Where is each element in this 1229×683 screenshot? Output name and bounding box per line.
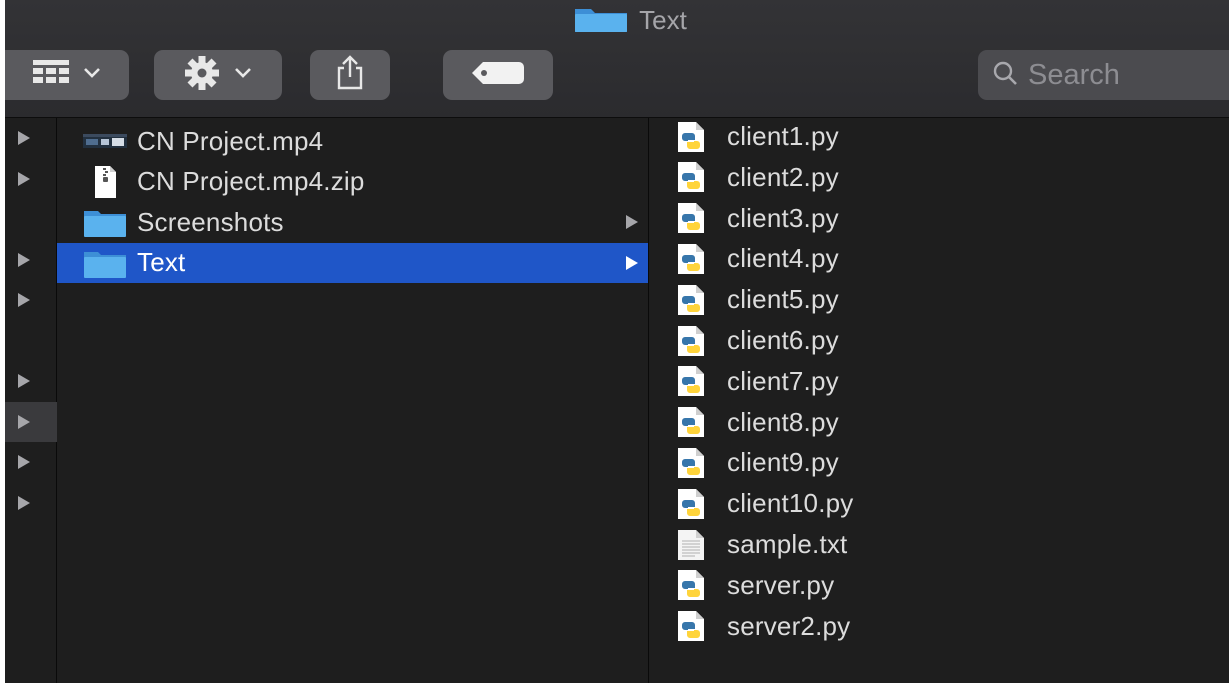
file-name: Screenshots: [137, 206, 284, 237]
file-name: client6.py: [727, 325, 839, 355]
folder-icon: [573, 6, 629, 34]
file-name: Text: [137, 247, 186, 277]
action-menu-button[interactable]: [154, 50, 282, 100]
window-title: Text: [5, 3, 1229, 37]
file-name: server.py: [727, 569, 835, 600]
disclosure-triangle-icon[interactable]: [18, 293, 30, 307]
ancestor-row[interactable]: [5, 159, 57, 199]
file-name: client4.py: [727, 243, 839, 274]
ancestor-row[interactable]: [5, 240, 57, 280]
gear-icon: [184, 55, 220, 96]
file-row[interactable]: client2.py: [649, 157, 1229, 198]
share-button[interactable]: [310, 50, 390, 100]
python-file-icon: [677, 202, 705, 234]
file-name: client1.py: [727, 121, 839, 151]
chevron-down-icon: [234, 66, 252, 84]
folder-icon: [83, 246, 127, 280]
finder-window: Text Search CN Project.mp4 CN Project.mp…: [5, 0, 1229, 683]
parent-column[interactable]: CN Project.mp4 CN Project.mp4.zip Screensh…: [57, 118, 649, 683]
file-row[interactable]: server2.py: [649, 606, 1229, 647]
chevron-right-icon: [626, 215, 638, 229]
file-name: client7.py: [727, 365, 839, 396]
folder-icon: [83, 205, 127, 239]
disclosure-triangle-icon[interactable]: [18, 131, 30, 145]
file-row[interactable]: client6.py: [649, 320, 1229, 361]
search-icon: [992, 60, 1018, 91]
file-name: server2.py: [727, 610, 851, 641]
file-row[interactable]: CN Project.mp4: [57, 121, 648, 161]
file-name: CN Project.mp4: [137, 125, 324, 156]
file-row[interactable]: client8.py: [649, 402, 1229, 443]
ancestor-row[interactable]: [5, 321, 57, 361]
file-row[interactable]: Screenshots: [57, 202, 648, 242]
contents-column[interactable]: client1.py client2.py client3.py client4.py…: [649, 118, 1229, 683]
file-row[interactable]: client4.py: [649, 238, 1229, 279]
window-title-text: Text: [639, 4, 687, 35]
ancestor-row[interactable]: [5, 442, 57, 482]
python-file-icon: [677, 569, 705, 601]
zip-file-icon: [83, 165, 127, 199]
file-name: CN Project.mp4.zip: [137, 166, 365, 196]
file-name: client5.py: [727, 284, 839, 315]
ancestor-row[interactable]: [5, 118, 57, 158]
file-name: client3.py: [727, 202, 839, 233]
file-name: client8.py: [727, 406, 839, 437]
file-row[interactable]: sample.txt: [649, 524, 1229, 565]
file-row[interactable]: client9.py: [649, 442, 1229, 483]
ancestor-row[interactable]: [5, 199, 57, 239]
tag-button[interactable]: [443, 50, 553, 100]
disclosure-triangle-icon[interactable]: [18, 495, 30, 510]
python-file-icon: [677, 488, 705, 520]
disclosure-triangle-icon[interactable]: [18, 414, 30, 429]
python-file-icon: [677, 325, 705, 357]
video-thumbnail-icon: [83, 124, 127, 158]
ancestor-row[interactable]: [5, 483, 57, 523]
search-input[interactable]: [1028, 58, 1218, 92]
file-row[interactable]: server.py: [649, 565, 1229, 606]
python-file-icon: [677, 365, 705, 397]
ancestor-row[interactable]: [5, 280, 57, 320]
disclosure-triangle-icon[interactable]: [18, 455, 30, 469]
tag-icon: [471, 61, 525, 90]
ancestor-row[interactable]: [5, 361, 57, 401]
python-file-icon: [677, 121, 705, 153]
python-file-icon: [677, 284, 705, 316]
file-row[interactable]: Text: [57, 242, 648, 283]
titlebar: Text: [5, 0, 1229, 118]
text-file-icon: [677, 529, 705, 561]
grid-view-icon: [33, 59, 69, 91]
ancestor-row[interactable]: [5, 401, 57, 442]
search-field[interactable]: [978, 50, 1229, 100]
file-row[interactable]: client3.py: [649, 198, 1229, 239]
share-icon: [336, 54, 364, 96]
view-mode-button[interactable]: [5, 50, 129, 100]
python-file-icon: [677, 161, 705, 193]
ancestor-column[interactable]: [5, 118, 57, 683]
file-name: client2.py: [727, 161, 839, 192]
disclosure-triangle-icon[interactable]: [18, 252, 30, 267]
file-row[interactable]: client7.py: [649, 361, 1229, 402]
chevron-down-icon: [83, 66, 101, 84]
disclosure-triangle-icon[interactable]: [18, 374, 30, 388]
file-name: client10.py: [727, 488, 854, 519]
file-name: sample.txt: [727, 529, 848, 559]
file-row[interactable]: client10.py: [649, 483, 1229, 524]
disclosure-triangle-icon[interactable]: [18, 171, 30, 186]
python-file-icon: [677, 447, 705, 479]
file-row[interactable]: client5.py: [649, 279, 1229, 320]
python-file-icon: [677, 610, 705, 642]
chevron-right-icon: [626, 255, 638, 270]
file-row[interactable]: client1.py: [649, 116, 1229, 157]
file-row[interactable]: CN Project.mp4.zip: [57, 162, 648, 202]
python-file-icon: [677, 243, 705, 275]
python-file-icon: [677, 406, 705, 438]
file-name: client9.py: [727, 447, 839, 478]
